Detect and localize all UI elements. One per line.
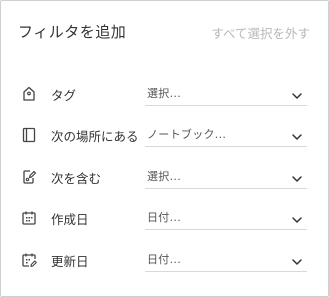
calendar-edit-icon — [20, 251, 38, 269]
notebook-select[interactable]: ノートブック... — [145, 123, 307, 147]
filter-label-created: 作成日 — [51, 212, 89, 227]
filter-row-contains: 次を含む 選択... — [1, 165, 328, 189]
tag-select[interactable]: 選択... — [145, 82, 307, 106]
tag-icon — [20, 85, 38, 103]
panel-header: フィルタを追加 すべて選択を外す — [18, 21, 310, 43]
updated-date-select[interactable]: 日付... — [145, 248, 307, 272]
filter-row-created: 作成日 日付... — [1, 206, 328, 230]
notebook-select-value: ノートブック... — [147, 128, 227, 141]
panel-title: フィルタを追加 — [18, 23, 127, 41]
chevron-down-icon — [291, 128, 303, 140]
filter-row-updated: 更新日 日付... — [1, 248, 328, 272]
filter-row-notebook: 次の場所にある ノートブック... — [1, 123, 328, 147]
filter-label-notebook: 次の場所にある — [51, 129, 139, 144]
contains-select-value: 選択... — [147, 170, 181, 183]
created-date-select[interactable]: 日付... — [145, 206, 307, 230]
chevron-down-icon — [291, 170, 303, 182]
created-date-select-value: 日付... — [147, 211, 181, 224]
chevron-down-icon — [291, 87, 303, 99]
updated-date-select-value: 日付... — [147, 253, 181, 266]
chevron-down-icon — [291, 211, 303, 223]
clear-all-button[interactable]: すべて選択を外す — [211, 23, 310, 42]
contains-select[interactable]: 選択... — [145, 165, 307, 189]
filter-label-updated: 更新日 — [51, 254, 89, 269]
tag-select-value: 選択... — [147, 87, 181, 100]
notebook-icon — [20, 126, 38, 144]
add-filter-panel: フィルタを追加 すべて選択を外す タグ 選択... 次の場所にある ノートブック… — [0, 0, 329, 297]
calendar-icon — [20, 209, 38, 227]
filter-label-tag: タグ — [51, 88, 77, 103]
contains-icon — [20, 168, 38, 186]
filter-row-tag: タグ 選択... — [1, 82, 328, 106]
chevron-down-icon — [291, 253, 303, 265]
filter-label-contains: 次を含む — [51, 171, 102, 186]
